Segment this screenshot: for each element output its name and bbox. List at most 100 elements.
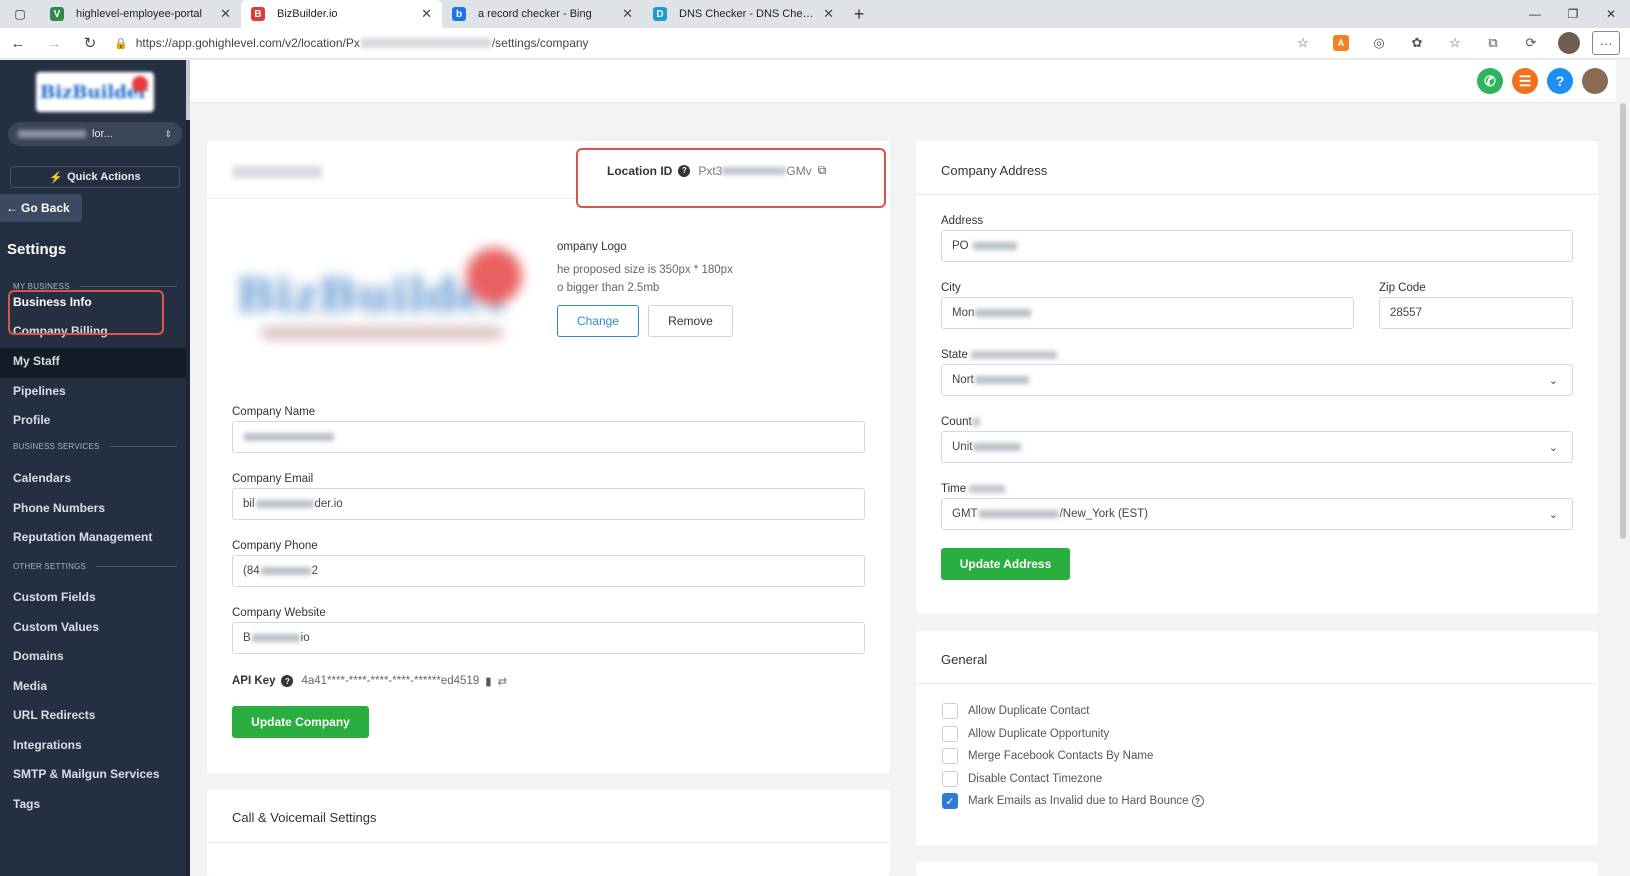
collections-icon[interactable]: ⧉ bbox=[1478, 31, 1508, 55]
close-icon[interactable]: ✕ bbox=[220, 6, 231, 22]
help-icon[interactable]: ? bbox=[281, 675, 294, 687]
tab-actions-icon[interactable]: ▢ bbox=[0, 0, 40, 28]
minimize-icon[interactable]: — bbox=[1516, 0, 1554, 28]
browser-address-bar: ← → ↻ 🔒 https://app.gohighlevel.com/v2/l… bbox=[0, 28, 1630, 59]
extension-icon[interactable]: A bbox=[1326, 31, 1356, 55]
checkbox[interactable] bbox=[942, 748, 958, 764]
extensions-puzzle-icon[interactable]: ✿ bbox=[1402, 31, 1432, 55]
browser-tab[interactable]: D DNS Checker - DNS Check Prop ✕ bbox=[643, 0, 844, 28]
screenshot-icon[interactable]: ◎ bbox=[1364, 31, 1394, 55]
option-merge-facebook-contacts[interactable]: Merge Facebook Contacts By Name bbox=[942, 748, 1153, 764]
sidebar-item-custom-values[interactable]: Custom Values bbox=[13, 620, 99, 634]
help-icon[interactable]: ? bbox=[1191, 795, 1204, 807]
logo-filesize-hint: o bigger than 2.5mb bbox=[557, 282, 660, 294]
help-icon[interactable]: ? bbox=[1547, 68, 1573, 94]
company-email-field[interactable]: bil der.io bbox=[232, 488, 865, 520]
sidebar-item-custom-fields[interactable]: Custom Fields bbox=[13, 590, 96, 604]
restore-icon[interactable]: ❐ bbox=[1554, 0, 1592, 28]
close-icon[interactable]: ✕ bbox=[823, 6, 834, 22]
checkbox[interactable] bbox=[942, 726, 958, 742]
option-label: Merge Facebook Contacts By Name bbox=[968, 750, 1154, 762]
regenerate-icon[interactable]: ⇄ bbox=[498, 674, 508, 688]
clipboard-icon[interactable]: ▮ bbox=[485, 674, 491, 688]
annotation-highlight-business-info bbox=[8, 290, 164, 335]
company-name-field[interactable] bbox=[232, 421, 865, 453]
state-select[interactable]: Nort ⌄ bbox=[941, 364, 1573, 396]
sidebar-item-profile[interactable]: Profile bbox=[13, 413, 50, 427]
card-divider bbox=[207, 842, 890, 843]
tab-favicon-icon: V bbox=[50, 7, 64, 21]
sync-icon[interactable]: ⟳ bbox=[1516, 31, 1546, 55]
url-prefix: https://app.gohighlevel.com/v2/location/… bbox=[135, 36, 360, 50]
sidebar-item-smtp-mailgun[interactable]: SMTP & Mailgun Services bbox=[13, 767, 160, 781]
sidebar-item-tags[interactable]: Tags bbox=[13, 797, 40, 811]
sidebar-item-my-staff[interactable]: My Staff bbox=[13, 354, 60, 368]
browser-tab-active[interactable]: B BizBuilder.io ✕ bbox=[241, 0, 442, 28]
close-icon[interactable]: ✕ bbox=[622, 6, 633, 22]
call-voicemail-title: Call & Voicemail Settings bbox=[232, 810, 377, 825]
option-mark-emails-invalid[interactable]: ✓ Mark Emails as Invalid due to Hard Bou… bbox=[942, 793, 1204, 809]
country-select[interactable]: Unit ⌄ bbox=[941, 431, 1573, 463]
update-address-button[interactable]: Update Address bbox=[941, 548, 1070, 580]
new-tab-icon[interactable]: + bbox=[844, 4, 874, 25]
sidebar-item-reputation-management[interactable]: Reputation Management bbox=[13, 530, 152, 544]
tz-redacted bbox=[978, 510, 1059, 518]
favorite-star-icon[interactable]: ☆ bbox=[1288, 31, 1318, 55]
change-logo-button[interactable]: Change bbox=[557, 305, 639, 337]
option-allow-duplicate-contact[interactable]: Allow Duplicate Contact bbox=[942, 703, 1089, 719]
email-prefix: bil bbox=[243, 498, 255, 510]
option-disable-contact-timezone[interactable]: Disable Contact Timezone bbox=[942, 771, 1102, 787]
sidebar-item-media[interactable]: Media bbox=[13, 679, 47, 693]
card-divider bbox=[916, 683, 1598, 684]
sidebar-item-pipelines[interactable]: Pipelines bbox=[13, 384, 66, 398]
account-switcher[interactable]: lor... ⇕ bbox=[8, 122, 182, 146]
time-zone-select[interactable]: GMT /New_York (EST) ⌄ bbox=[941, 498, 1573, 530]
checkbox[interactable] bbox=[942, 703, 958, 719]
city-field[interactable]: Mon bbox=[941, 297, 1354, 329]
sidebar-scrollbar[interactable] bbox=[186, 60, 190, 876]
back-icon[interactable]: ← bbox=[0, 35, 36, 52]
sidebar-item-calendars[interactable]: Calendars bbox=[13, 471, 71, 485]
email-suffix: der.io bbox=[314, 498, 343, 510]
brand-logo[interactable]: BizBuilder bbox=[36, 72, 154, 112]
phone-redacted bbox=[260, 567, 311, 575]
logo-size-hint: he proposed size is 350px * 180px bbox=[557, 264, 733, 276]
go-back-button[interactable]: ← Go Back bbox=[0, 194, 82, 222]
sidebar-item-url-redirects[interactable]: URL Redirects bbox=[13, 708, 95, 722]
checkbox-checked[interactable]: ✓ bbox=[942, 793, 958, 809]
refresh-icon[interactable]: ↻ bbox=[72, 34, 108, 52]
next-card bbox=[916, 862, 1598, 876]
page-scrollbar[interactable] bbox=[1616, 103, 1630, 876]
close-icon[interactable]: ✕ bbox=[421, 6, 432, 22]
company-website-field[interactable]: B io bbox=[232, 622, 865, 654]
sidebar-item-integrations[interactable]: Integrations bbox=[13, 738, 82, 752]
browser-tab[interactable]: b a record checker - Bing ✕ bbox=[442, 0, 643, 28]
forward-icon[interactable]: → bbox=[36, 35, 72, 52]
zip-code-field[interactable]: 28557 bbox=[1379, 297, 1573, 329]
tab-favicon-icon: D bbox=[653, 7, 667, 21]
company-phone-field[interactable]: (84 2 bbox=[232, 555, 865, 587]
time-zone-label-redacted bbox=[969, 484, 1006, 493]
browser-tab[interactable]: V highlevel-employee-portal ✕ bbox=[40, 0, 241, 28]
tab-favicon-icon: b bbox=[452, 7, 466, 21]
address-field[interactable]: PO bbox=[941, 230, 1573, 262]
window-close-icon[interactable]: ✕ bbox=[1592, 0, 1630, 28]
notifications-list-icon[interactable]: ☰ bbox=[1512, 68, 1538, 94]
company-logo-title: ompany Logo bbox=[557, 241, 627, 253]
checkbox[interactable] bbox=[942, 771, 958, 787]
url-field[interactable]: 🔒 https://app.gohighlevel.com/v2/locatio… bbox=[114, 36, 1244, 50]
favorites-icon[interactable]: ☆ bbox=[1440, 31, 1470, 55]
remove-logo-button[interactable]: Remove bbox=[648, 305, 733, 337]
sidebar-item-phone-numbers[interactable]: Phone Numbers bbox=[13, 501, 105, 515]
phone-icon[interactable]: ✆ bbox=[1477, 68, 1503, 94]
bolt-icon: ⚡ bbox=[49, 171, 64, 184]
update-company-button[interactable]: Update Company bbox=[232, 706, 369, 738]
quick-actions-button[interactable]: ⚡ Quick Actions bbox=[10, 166, 180, 188]
more-menu-icon[interactable]: ··· bbox=[1592, 31, 1620, 55]
sidebar-item-domains[interactable]: Domains bbox=[13, 649, 64, 663]
profile-avatar-icon[interactable] bbox=[1554, 31, 1584, 55]
account-name-suffix: lor... bbox=[92, 128, 113, 140]
user-avatar[interactable] bbox=[1582, 68, 1608, 94]
option-allow-duplicate-opportunity[interactable]: Allow Duplicate Opportunity bbox=[942, 726, 1109, 742]
chevron-down-icon: ⌄ bbox=[1548, 442, 1558, 454]
